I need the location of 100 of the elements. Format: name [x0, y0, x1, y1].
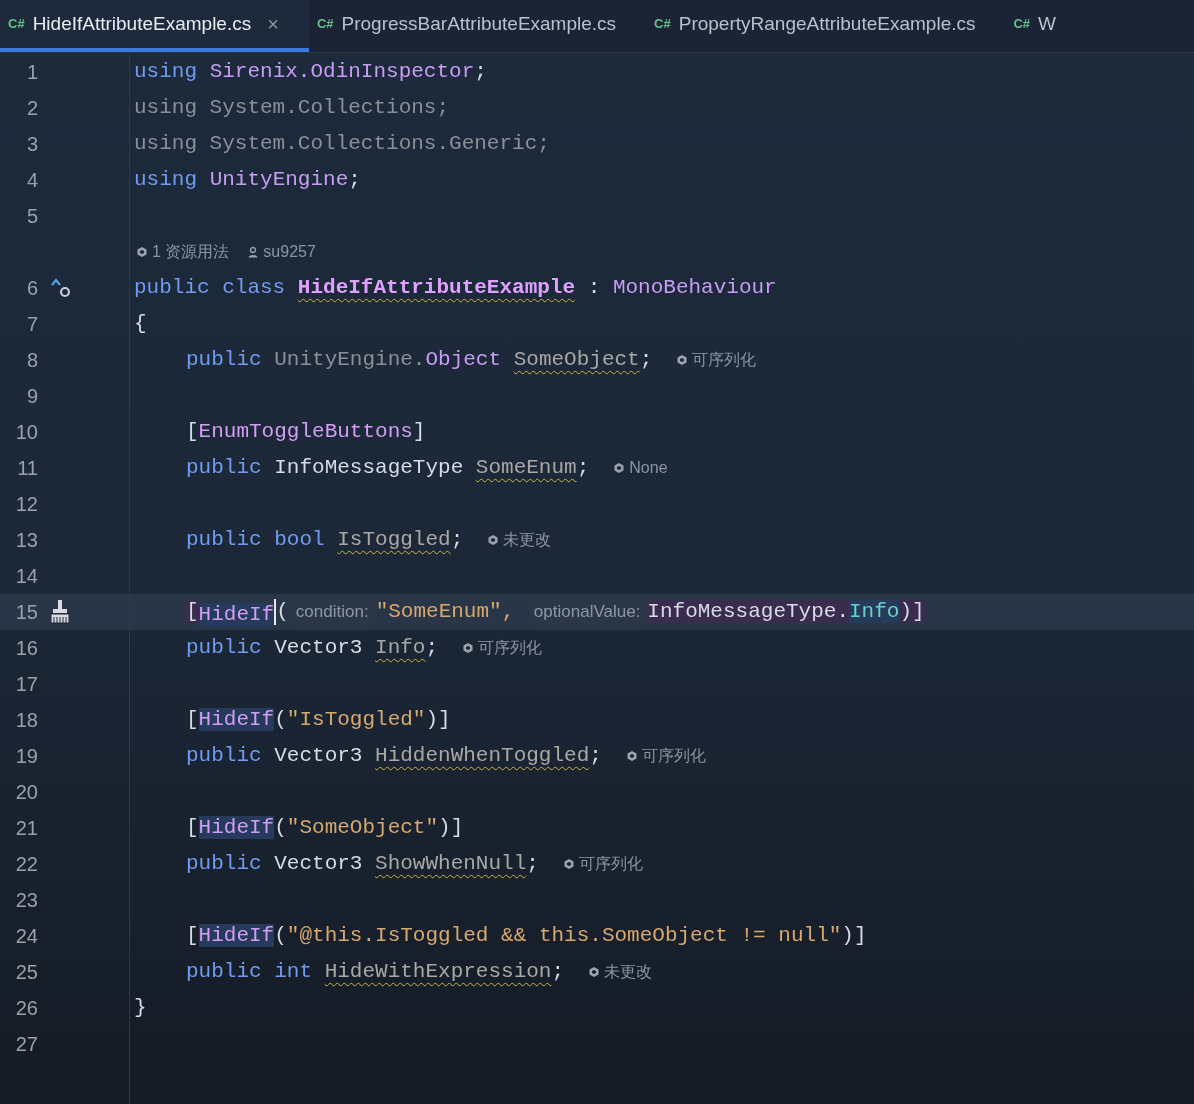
code-text: ;	[526, 852, 539, 876]
code-text: public	[186, 456, 263, 480]
line-number: 11	[16, 456, 38, 481]
code-text: ;	[450, 528, 464, 552]
line-number: 10	[14, 420, 38, 445]
code-text: HideIf	[198, 924, 275, 948]
code-text: ;	[639, 348, 653, 372]
editor-tab[interactable]: C# HideIfAttributeExample.cs ×	[0, 0, 309, 52]
code-text: [	[186, 600, 199, 624]
inlay-hint: 可序列化	[692, 350, 757, 370]
code-text: Vector3	[274, 852, 364, 876]
tab-label: W	[1038, 11, 1057, 36]
line-number: 4	[25, 168, 38, 193]
line-number: 26	[14, 996, 38, 1021]
code-text: Vector3	[274, 636, 364, 660]
code-text: SomeObject	[513, 348, 640, 372]
code-text: :	[586, 276, 602, 300]
csharp-file-icon: C#	[1013, 14, 1031, 34]
code-text: HiddenWhenToggled	[375, 744, 590, 768]
line-number: 6	[25, 276, 38, 301]
csharp-file-icon: C#	[316, 14, 334, 34]
code-text: "@this.IsToggled && this.SomeObject != null"	[286, 924, 842, 948]
line-number: 14	[14, 564, 38, 589]
code-text: using	[134, 168, 198, 192]
codelens-text[interactable]: 1 资源用法	[152, 240, 230, 264]
code-text: InfoMessageType.	[647, 600, 849, 624]
line-number: 27	[14, 1032, 38, 1057]
code-text: (	[274, 816, 287, 840]
code-text: (	[274, 924, 287, 948]
code-text: using	[134, 60, 198, 84]
line-number: 15	[14, 600, 38, 625]
code-text: public	[186, 852, 263, 876]
code-text: HideIfAttributeExample	[297, 276, 576, 300]
code-text: EnumToggleButtons	[198, 420, 413, 444]
line-number: 8	[25, 348, 38, 373]
code-text: UnityEngine.	[274, 348, 426, 372]
code-text: HideIf	[198, 602, 275, 626]
code-text: [	[186, 420, 199, 444]
csharp-file-icon: C#	[654, 14, 671, 34]
code-text: "SomeEnum",	[375, 600, 516, 624]
code-text: ;	[348, 168, 361, 192]
inlay-hint: None	[629, 458, 668, 478]
line-number: 21	[14, 816, 38, 841]
code-text: IsToggled	[337, 528, 451, 552]
line-number: 1	[25, 60, 38, 85]
line-number: 7	[25, 312, 38, 337]
line-number: 9	[25, 384, 38, 409]
code-text: Info	[849, 600, 900, 624]
tab-label: ProgressBarAttributeExample.cs	[341, 11, 617, 36]
code-text: Vector3	[274, 744, 364, 768]
line-number: 18	[14, 708, 38, 733]
code-text: ;	[425, 636, 439, 660]
line-number: 24	[14, 924, 38, 949]
line-number: 17	[14, 672, 38, 697]
editor-tab[interactable]: C# W	[1005, 0, 1087, 52]
code-text: Sirenix.OdinInspector	[209, 60, 475, 84]
code-text: [	[186, 708, 199, 732]
code-text: HideIf	[198, 816, 275, 840]
tab-label: PropertyRangeAttributeExample.cs	[678, 11, 976, 36]
inlay-hint: 可序列化	[478, 638, 543, 658]
code-text: ShowWhenNull	[375, 852, 527, 876]
inlay-hint: 可序列化	[578, 854, 643, 874]
line-number: 5	[25, 204, 38, 229]
line-number: 12	[14, 492, 38, 517]
tab-label: HideIfAttributeExample.cs	[32, 11, 252, 36]
code-text: HideIf	[198, 708, 275, 732]
code-text: {	[134, 312, 147, 336]
editor-tab[interactable]: C# ProgressBarAttributeExample.cs	[308, 0, 647, 52]
person-icon	[247, 246, 260, 258]
code-text: public bool	[186, 528, 326, 552]
code-text: Object	[425, 348, 503, 372]
code-text: public class	[134, 276, 287, 300]
code-text: (	[276, 600, 289, 624]
code-text: public	[186, 348, 263, 372]
code-text: ;	[474, 60, 487, 84]
code-text: (	[274, 708, 287, 732]
inlay-hint: 未更改	[503, 530, 552, 550]
code-text: Info	[375, 636, 426, 660]
code-text: }	[134, 996, 147, 1020]
code-text: public int	[186, 960, 314, 984]
code-text: [	[186, 816, 199, 840]
code-text: using System.Collections.Generic;	[134, 132, 550, 156]
line-number: 19	[14, 744, 38, 769]
close-icon[interactable]: ×	[267, 9, 279, 39]
code-text: InfoMessageType	[274, 456, 465, 480]
line-number: 23	[14, 888, 38, 913]
code-text: public	[186, 744, 263, 768]
code-text: SomeEnum	[475, 456, 577, 480]
code-text: )]	[438, 816, 464, 840]
code-text: )]	[425, 708, 451, 732]
codelens-text[interactable]: su9257	[263, 240, 316, 264]
code-text: ;	[589, 744, 602, 768]
code-text: HideWithExpression	[324, 960, 552, 984]
line-number: 22	[14, 852, 38, 877]
code-text: ;	[551, 960, 565, 984]
code-text: )]	[899, 600, 925, 624]
broom-icon	[48, 599, 72, 625]
code-text: )]	[841, 924, 867, 948]
editor-tab[interactable]: C# PropertyRangeAttributeExample.cs	[646, 0, 1006, 52]
code-text: ]	[412, 420, 426, 444]
